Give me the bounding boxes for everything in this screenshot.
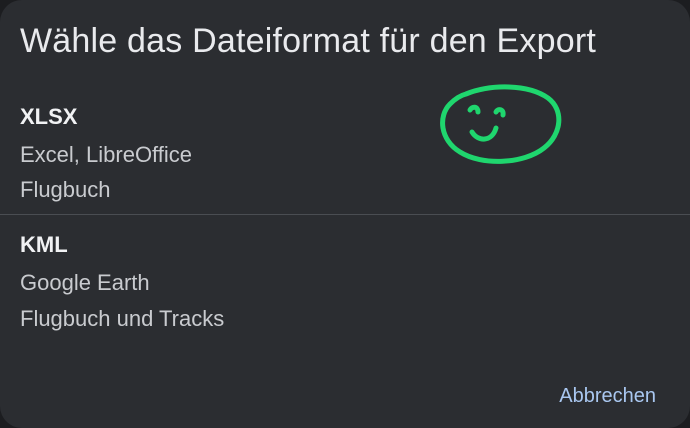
- cancel-button[interactable]: Abbrechen: [559, 385, 656, 408]
- dialog-title: Wähle das Dateiformat für den Export: [20, 22, 597, 60]
- option-divider: [0, 214, 690, 215]
- option-subdescription: Flugbuch und Tracks: [20, 306, 225, 331]
- option-xlsx[interactable]: XLSX Excel, LibreOffice Flugbuch: [0, 100, 690, 212]
- option-kml[interactable]: KML Google Earth Flugbuch und Tracks: [0, 228, 690, 340]
- option-description: Excel, LibreOffice: [20, 142, 193, 167]
- option-description: Google Earth: [20, 270, 150, 295]
- option-title: XLSX: [20, 104, 78, 129]
- option-subdescription: Flugbuch: [20, 177, 111, 202]
- export-format-dialog: Wähle das Dateiformat für den Export XLS…: [0, 0, 690, 428]
- option-title: KML: [20, 232, 68, 257]
